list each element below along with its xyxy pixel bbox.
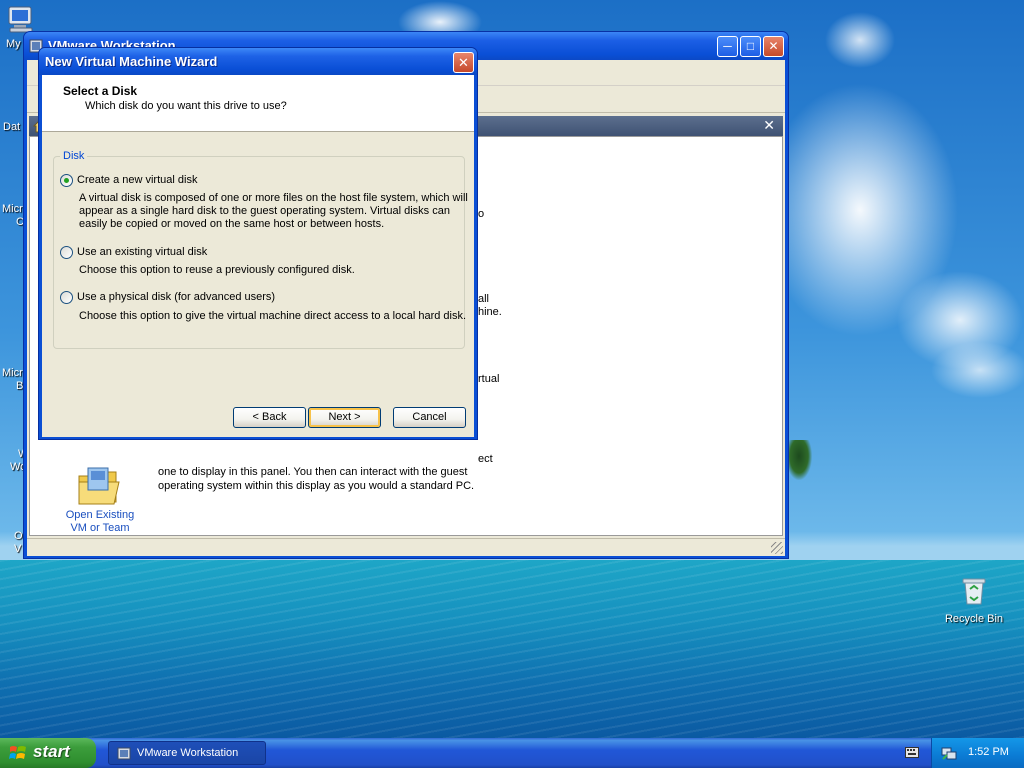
recycle-bin-label: Recycle Bin bbox=[944, 613, 1004, 625]
back-button[interactable]: < Back bbox=[233, 407, 306, 428]
open-existing-label-line2: VM or Team bbox=[70, 522, 130, 534]
close-icon: ✕ bbox=[458, 55, 469, 70]
wizard-titlebar[interactable]: New Virtual Machine Wizard ✕ bbox=[39, 48, 477, 75]
wallpaper-palm bbox=[786, 440, 812, 480]
home-text-fragment: all bbox=[478, 293, 490, 305]
wizard-close-button[interactable]: ✕ bbox=[453, 52, 474, 73]
radio-label: Create a new virtual disk bbox=[77, 174, 198, 186]
open-folder-icon[interactable] bbox=[76, 466, 122, 508]
close-icon: ✕ bbox=[768, 39, 779, 53]
close-button[interactable]: ✕ bbox=[763, 36, 784, 57]
system-tray: 1:52 PM bbox=[931, 738, 1024, 768]
radio-selected-dot bbox=[64, 178, 69, 183]
home-text-fragment: hine. bbox=[478, 306, 502, 318]
windows-flag-icon bbox=[9, 746, 26, 759]
minimize-button[interactable]: ─ bbox=[717, 36, 738, 57]
desktop-label-my-computer: My bbox=[6, 38, 21, 50]
network-icon[interactable] bbox=[941, 745, 957, 761]
radio-button-icon[interactable] bbox=[60, 291, 73, 304]
home-text-line: one to display in this panel. You then c… bbox=[158, 466, 468, 478]
home-tab-close-icon[interactable]: ✕ bbox=[763, 117, 775, 134]
cancel-button[interactable]: Cancel bbox=[393, 407, 466, 428]
maximize-icon: □ bbox=[746, 39, 755, 53]
wizard-title: New Virtual Machine Wizard bbox=[45, 54, 218, 69]
option-description: Choose this option to reuse a previously… bbox=[79, 264, 355, 276]
new-vm-wizard-dialog: New Virtual Machine Wizard ✕ Select a Di… bbox=[38, 47, 478, 440]
vmware-statusbar bbox=[27, 538, 785, 556]
wizard-body: Select a Disk Which disk do you want thi… bbox=[42, 75, 474, 437]
radio-label: Use an existing virtual disk bbox=[77, 246, 208, 258]
wallpaper-sea bbox=[0, 560, 1024, 738]
radio-button-icon[interactable] bbox=[60, 246, 73, 259]
resize-grip-icon[interactable] bbox=[771, 542, 783, 554]
option-description: Choose this option to give the virtual m… bbox=[79, 310, 467, 322]
wizard-subheading: Which disk do you want this drive to use… bbox=[85, 100, 287, 112]
desktop-label-partial: V bbox=[14, 543, 22, 555]
taskbar: start VMware Workstation 1:52 PM bbox=[0, 738, 1024, 768]
wizard-heading: Select a Disk bbox=[63, 84, 138, 98]
home-text-fragment: rtual bbox=[478, 373, 500, 385]
clock[interactable]: 1:52 PM bbox=[968, 746, 1009, 758]
desktop-label-partial: Dat bbox=[3, 121, 21, 133]
keyboard-icon[interactable] bbox=[905, 747, 919, 758]
taskbar-item-vmware[interactable]: VMware Workstation bbox=[108, 741, 266, 765]
vmware-app-icon bbox=[117, 747, 131, 760]
start-button[interactable]: start bbox=[0, 738, 96, 768]
next-button[interactable]: Next > bbox=[308, 407, 381, 428]
desktop-icon-recycle-bin[interactable]: Recycle Bin bbox=[939, 575, 1009, 625]
disk-group-label: Disk bbox=[60, 150, 88, 162]
minimize-icon: ─ bbox=[723, 39, 732, 53]
home-text-fragment: ect bbox=[478, 453, 493, 465]
start-label: start bbox=[33, 742, 70, 761]
option-description: appear as a single hard disk to the gues… bbox=[79, 205, 450, 217]
option-description: A virtual disk is composed of one or mor… bbox=[79, 192, 468, 204]
radio-button-icon[interactable] bbox=[60, 174, 73, 187]
taskbar-item-label: VMware Workstation bbox=[137, 747, 239, 759]
maximize-button[interactable]: □ bbox=[740, 36, 761, 57]
radio-label: Use a physical disk (for advanced users) bbox=[77, 291, 276, 303]
wizard-header: Select a Disk Which disk do you want thi… bbox=[42, 75, 474, 132]
open-existing-vm-link[interactable]: Open Existing VM or Team bbox=[50, 509, 150, 535]
home-text-line: operating system within this display as … bbox=[158, 480, 475, 492]
home-text-fragment: o bbox=[478, 208, 485, 220]
option-description: easily be copied or moved on the same ho… bbox=[79, 218, 385, 230]
recycle-bin-icon bbox=[962, 578, 986, 605]
open-existing-label-line1: Open Existing bbox=[65, 509, 135, 521]
desktop-label-partial: O bbox=[14, 530, 23, 542]
